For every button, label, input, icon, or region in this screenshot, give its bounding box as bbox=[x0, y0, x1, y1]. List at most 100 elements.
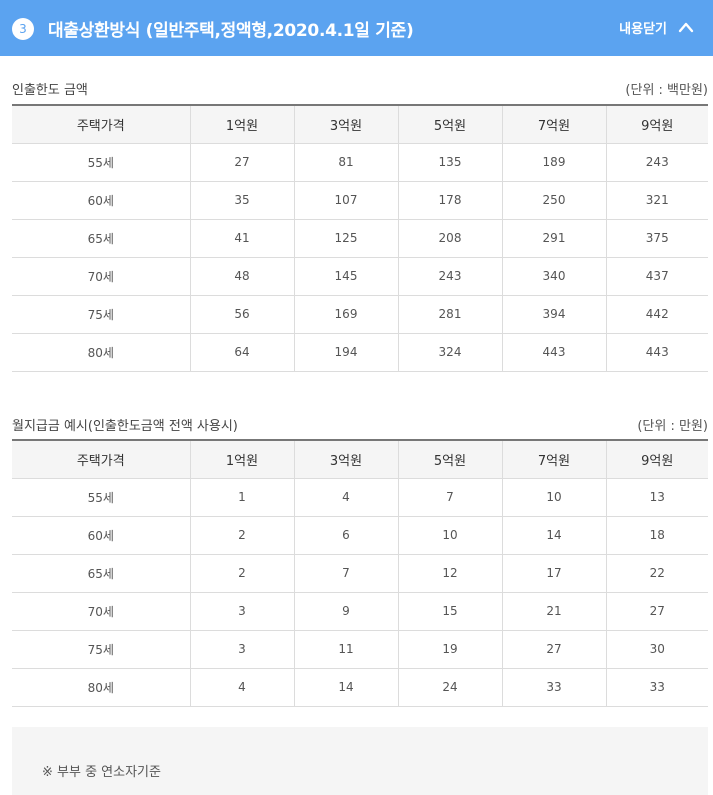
table-cell: 324 bbox=[397, 333, 502, 372]
table-cell: 169 bbox=[293, 295, 398, 334]
monthly-section-head: 월지급금 예시(인출한도금액 전액 사용시) (단위 : 만원) bbox=[12, 413, 708, 437]
table-cell: 10 bbox=[501, 478, 606, 517]
limit-table: 주택가격 1억원 3억원 5억원 7억원 9억원 55세 27 81 135 189 243 60세 3… bbox=[12, 104, 708, 372]
table-cell: 21 bbox=[501, 592, 606, 631]
table-cell: 2 bbox=[189, 554, 294, 593]
row-age-label: 60세 bbox=[12, 181, 190, 220]
table-cell: 243 bbox=[397, 257, 502, 296]
table-cell: 30 bbox=[605, 630, 708, 669]
table-cell: 27 bbox=[605, 592, 708, 631]
table-cell: 442 bbox=[605, 295, 708, 334]
row-age-label: 65세 bbox=[12, 219, 190, 258]
row-age-label: 75세 bbox=[12, 630, 190, 669]
close-content-toggle[interactable]: 내용닫기 bbox=[619, 18, 695, 37]
table-cell: 33 bbox=[501, 668, 606, 707]
table-cell: 7 bbox=[397, 478, 502, 517]
column-header-price: 주택가격 bbox=[12, 440, 190, 479]
table-cell: 6 bbox=[293, 516, 398, 555]
table-cell: 19 bbox=[397, 630, 502, 669]
chevron-up-icon bbox=[677, 19, 695, 37]
table-cell: 64 bbox=[189, 333, 294, 372]
table-cell: 394 bbox=[501, 295, 606, 334]
row-age-label: 70세 bbox=[12, 592, 190, 631]
table-cell: 22 bbox=[605, 554, 708, 593]
row-age-label: 60세 bbox=[12, 516, 190, 555]
table-cell: 135 bbox=[397, 143, 502, 182]
column-header: 9억원 bbox=[605, 105, 708, 144]
table-cell: 194 bbox=[293, 333, 398, 372]
table-cell: 81 bbox=[293, 143, 398, 182]
step-number-badge: 3 bbox=[12, 18, 34, 40]
section-title: 대출상환방식 (일반주택,정액형,2020.4.1일 기준) bbox=[48, 21, 414, 41]
row-age-label: 70세 bbox=[12, 257, 190, 296]
table-cell: 13 bbox=[605, 478, 708, 517]
monthly-table-unit: (단위 : 만원) bbox=[637, 419, 708, 434]
row-age-label: 80세 bbox=[12, 333, 190, 372]
table-cell: 340 bbox=[501, 257, 606, 296]
table-cell: 14 bbox=[501, 516, 606, 555]
table-cell: 125 bbox=[293, 219, 398, 258]
monthly-table-title: 월지급금 예시(인출한도금액 전액 사용시) bbox=[12, 419, 238, 434]
column-header: 7억원 bbox=[501, 440, 606, 479]
table-row: 55세 27 81 135 189 243 bbox=[12, 143, 708, 182]
table-cell: 12 bbox=[397, 554, 502, 593]
column-header: 9억원 bbox=[605, 440, 708, 479]
table-cell: 17 bbox=[501, 554, 606, 593]
limit-section-head: 인출한도 금액 (단위 : 백만원) bbox=[12, 77, 708, 101]
table-row: 65세 2 7 12 17 22 bbox=[12, 554, 708, 593]
table-cell: 281 bbox=[397, 295, 502, 334]
limit-section: 인출한도 금액 (단위 : 백만원) 주택가격 1억원 3억원 5억원 7억원 9억원 5… bbox=[12, 77, 708, 372]
table-cell: 35 bbox=[189, 181, 294, 220]
column-header: 3억원 bbox=[293, 440, 398, 479]
table-cell: 48 bbox=[189, 257, 294, 296]
column-header: 5억원 bbox=[397, 105, 502, 144]
table-cell: 24 bbox=[397, 668, 502, 707]
table-cell: 56 bbox=[189, 295, 294, 334]
limit-table-unit: (단위 : 백만원) bbox=[625, 83, 708, 98]
row-age-label: 55세 bbox=[12, 143, 190, 182]
row-age-label: 75세 bbox=[12, 295, 190, 334]
table-row: 70세 48 145 243 340 437 bbox=[12, 257, 708, 296]
table-cell: 18 bbox=[605, 516, 708, 555]
table-cell: 27 bbox=[189, 143, 294, 182]
table-cell: 4 bbox=[189, 668, 294, 707]
table-cell: 208 bbox=[397, 219, 502, 258]
table-header-row: 주택가격 1억원 3억원 5억원 7억원 9억원 bbox=[12, 440, 708, 479]
table-cell: 15 bbox=[397, 592, 502, 631]
table-cell: 443 bbox=[605, 333, 708, 372]
table-row: 75세 56 169 281 394 442 bbox=[12, 295, 708, 334]
section-header: 3 대출상환방식 (일반주택,정액형,2020.4.1일 기준) 내용닫기 bbox=[0, 0, 713, 56]
table-cell: 443 bbox=[501, 333, 606, 372]
column-header-price: 주택가격 bbox=[12, 105, 190, 144]
table-cell: 41 bbox=[189, 219, 294, 258]
table-cell: 437 bbox=[605, 257, 708, 296]
limit-table-title: 인출한도 금액 bbox=[12, 83, 88, 98]
table-cell: 33 bbox=[605, 668, 708, 707]
table-cell: 1 bbox=[189, 478, 294, 517]
table-cell: 321 bbox=[605, 181, 708, 220]
table-row: 60세 35 107 178 250 321 bbox=[12, 181, 708, 220]
table-cell: 189 bbox=[501, 143, 606, 182]
table-row: 70세 3 9 15 21 27 bbox=[12, 592, 708, 631]
table-cell: 9 bbox=[293, 592, 398, 631]
table-cell: 178 bbox=[397, 181, 502, 220]
table-cell: 250 bbox=[501, 181, 606, 220]
column-header: 1억원 bbox=[189, 105, 294, 144]
column-header: 5억원 bbox=[397, 440, 502, 479]
table-cell: 4 bbox=[293, 478, 398, 517]
table-cell: 107 bbox=[293, 181, 398, 220]
table-cell: 14 bbox=[293, 668, 398, 707]
column-header: 1억원 bbox=[189, 440, 294, 479]
monthly-section: 월지급금 예시(인출한도금액 전액 사용시) (단위 : 만원) 주택가격 1억원… bbox=[12, 413, 708, 707]
table-row: 80세 64 194 324 443 443 bbox=[12, 333, 708, 372]
column-header: 3억원 bbox=[293, 105, 398, 144]
table-row: 60세 2 6 10 14 18 bbox=[12, 516, 708, 555]
table-cell: 291 bbox=[501, 219, 606, 258]
table-row: 55세 1 4 7 10 13 bbox=[12, 478, 708, 517]
note-box: ※ 부부 중 연소자기준 bbox=[12, 727, 708, 795]
column-header: 7억원 bbox=[501, 105, 606, 144]
table-header-row: 주택가격 1억원 3억원 5억원 7억원 9억원 bbox=[12, 105, 708, 144]
table-row: 65세 41 125 208 291 375 bbox=[12, 219, 708, 258]
row-age-label: 55세 bbox=[12, 478, 190, 517]
table-cell: 243 bbox=[605, 143, 708, 182]
